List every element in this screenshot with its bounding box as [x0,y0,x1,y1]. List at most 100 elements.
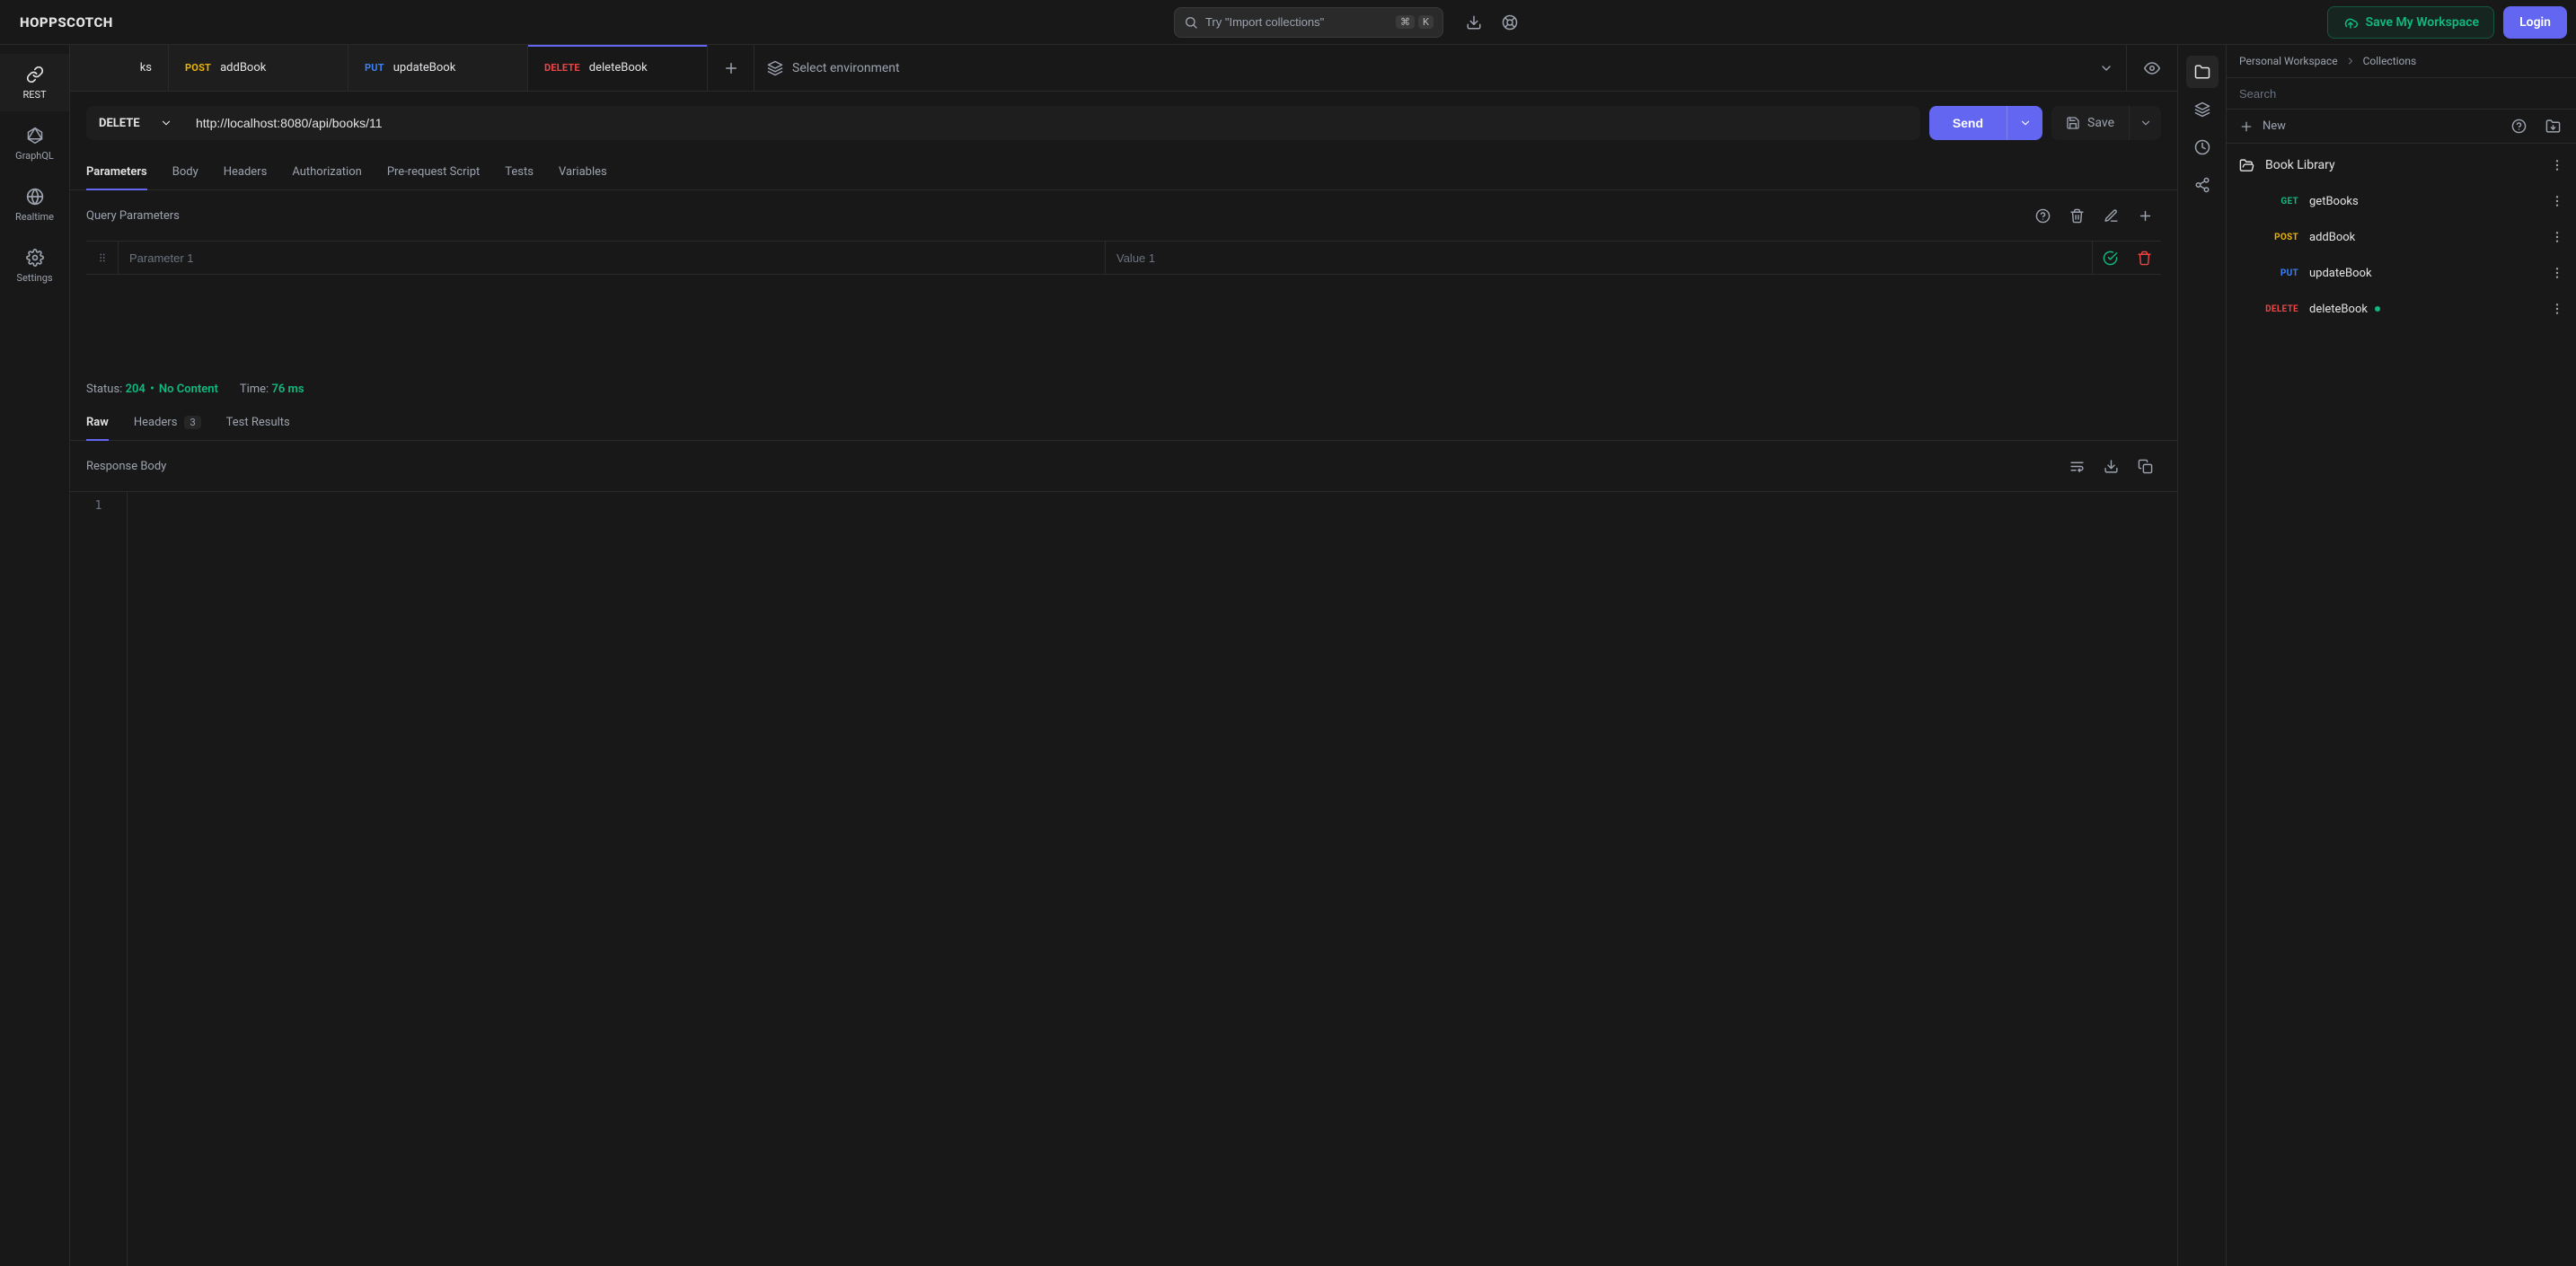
rail-environments[interactable] [2186,93,2219,126]
plus-icon [723,60,739,76]
layers-icon [767,60,783,76]
send-button[interactable]: Send [1929,106,2007,140]
param-delete-button[interactable] [2127,242,2161,274]
save-workspace-label: Save My Workspace [2366,15,2479,30]
request-method: GET [2254,197,2298,207]
login-button[interactable]: Login [2503,6,2567,39]
params-clear-button[interactable] [2060,199,2093,232]
response-tab-headers-label: Headers [134,416,178,429]
param-key-input[interactable] [119,242,1106,274]
params-bulk-edit-button[interactable] [2095,199,2127,232]
clock-icon [2194,139,2210,155]
params-help-button[interactable] [2026,199,2059,232]
response-code[interactable] [128,492,2177,1266]
request-more-button[interactable] [2544,295,2571,322]
collections-search[interactable] [2227,77,2576,110]
right-rail [2177,45,2226,1266]
collection-more-button[interactable] [2544,152,2571,179]
install-app-icon[interactable] [1458,6,1490,39]
folder-icon [2194,64,2210,80]
status-sep: • [148,382,156,396]
global-search-input[interactable] [1205,15,1389,29]
save-workspace-button[interactable]: Save My Workspace [2327,6,2494,39]
crumb-collections[interactable]: Collections [2363,55,2417,67]
subtab-tests[interactable]: Tests [505,154,534,189]
rail-collections[interactable] [2186,56,2219,88]
request-subtabs: Parameters Body Headers Authorization Pr… [70,154,2177,190]
request-more-button[interactable] [2544,224,2571,251]
save-request-button[interactable]: Save [2051,106,2129,140]
time-value: 76 ms [271,382,304,396]
response-tab-raw[interactable]: Raw [86,405,109,440]
param-toggle-button[interactable] [2093,242,2127,274]
response-download-button[interactable] [2095,450,2127,482]
subtab-authorization[interactable]: Authorization [292,154,362,189]
eye-icon [2144,60,2160,76]
rail-history[interactable] [2186,131,2219,163]
request-more-button[interactable] [2544,188,2571,215]
rail-settings[interactable]: Settings [0,237,69,295]
request-method: POST [2254,233,2298,242]
subtab-variables[interactable]: Variables [559,154,607,189]
request-tab-method: PUT [365,62,384,74]
search-shortcut: ⌘K [1396,15,1434,29]
collection-request-updatebook[interactable]: PUT updateBook [2227,255,2576,291]
collections-search-input[interactable] [2239,87,2563,101]
collection-request-addbook[interactable]: POST addBook [2227,219,2576,255]
environment-quickpeek[interactable] [2127,45,2177,91]
request-tab-addbook[interactable]: POST addBook [169,45,348,91]
status-text: No Content [159,382,218,396]
subtab-headers[interactable]: Headers [224,154,268,189]
param-row [86,241,2161,275]
cloud-upload-icon [2342,14,2359,31]
request-tab-partial[interactable]: ks [70,45,169,91]
rail-graphql[interactable]: GraphQL [0,115,69,172]
request-tab-deletebook[interactable]: DELETE deleteBook [528,45,708,91]
grip-icon [96,251,109,264]
collection-request-deletebook[interactable]: DELETE deleteBook [2227,291,2576,327]
query-params-heading: Query Parameters [70,190,2177,241]
collection-folder[interactable]: Book Library [2227,147,2576,183]
help-icon[interactable] [1494,6,1526,39]
rail-realtime[interactable]: Realtime [0,176,69,233]
main-area: ks POST addBook PUT updateBook DELETE de… [70,45,2177,1266]
request-tab-method: DELETE [544,62,580,74]
collection-name: Book Library [2265,158,2335,172]
collection-request-getbooks[interactable]: GET getBooks [2227,183,2576,219]
help-circle-icon [2035,208,2051,224]
request-tab-updatebook[interactable]: PUT updateBook [348,45,528,91]
more-vertical-icon [2550,302,2564,316]
app-logo[interactable]: HOPPSCOTCH [9,14,124,31]
environment-selector[interactable]: Select environment [754,45,2127,91]
trash-icon [2137,251,2152,266]
collections-help-button[interactable] [2502,110,2535,143]
crumb-workspace[interactable]: Personal Workspace [2239,55,2338,67]
response-wrap-button[interactable] [2060,450,2093,482]
more-vertical-icon [2550,230,2564,244]
rail-rest[interactable]: REST [0,54,69,111]
subtab-parameters[interactable]: Parameters [86,154,147,189]
global-search[interactable]: ⌘K [1174,7,1443,38]
rail-graphql-label: GraphQL [15,150,54,162]
url-input[interactable] [185,106,1920,140]
request-more-button[interactable] [2544,259,2571,286]
trash-icon [2069,208,2085,224]
rail-share[interactable] [2186,169,2219,201]
query-params-label: Query Parameters [86,209,180,223]
request-method: DELETE [2254,304,2298,314]
drag-handle[interactable] [86,242,119,274]
subtab-prerequest[interactable]: Pre-request Script [387,154,480,189]
subtab-body[interactable]: Body [172,154,198,189]
response-copy-button[interactable] [2129,450,2161,482]
method-select[interactable]: DELETE [86,106,185,140]
response-tab-test-results[interactable]: Test Results [226,405,290,440]
param-value-input[interactable] [1106,242,2093,274]
response-tab-headers[interactable]: Headers 3 [134,405,201,440]
collections-import-button[interactable] [2536,110,2569,143]
add-tab-button[interactable] [708,45,754,91]
send-dropdown[interactable] [2007,106,2042,140]
new-collection-button[interactable]: New [2239,119,2286,134]
download-icon [2104,459,2119,474]
params-add-button[interactable] [2129,199,2161,232]
save-dropdown[interactable] [2129,106,2161,140]
